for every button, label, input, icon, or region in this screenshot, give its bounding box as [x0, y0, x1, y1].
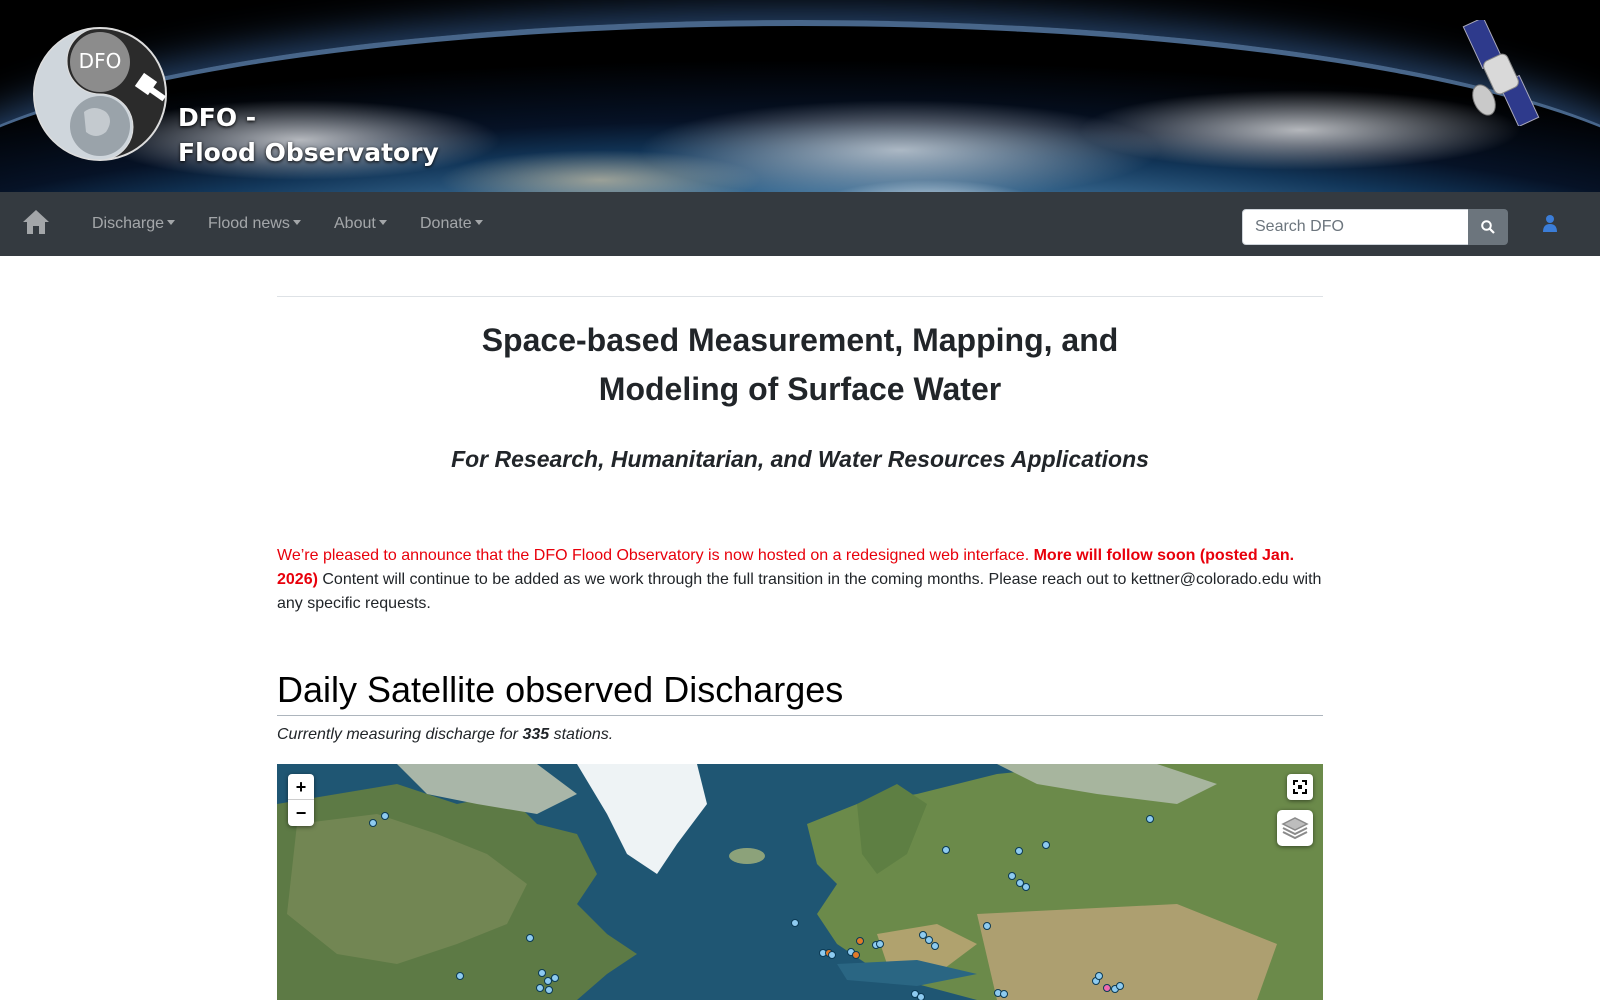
station-marker[interactable] — [551, 974, 559, 982]
station-marker[interactable] — [1000, 990, 1008, 998]
caret-down-icon — [474, 220, 483, 225]
fullscreen-icon — [1293, 780, 1307, 794]
page-title-line2: Modeling of Surface Water — [598, 371, 1002, 407]
station-marker[interactable] — [1022, 883, 1030, 891]
caret-down-icon — [167, 220, 176, 225]
discharge-map[interactable]: + − — [277, 764, 1323, 1000]
announcement-intro: We’re pleased to announce that the DFO F… — [277, 547, 1030, 564]
station-marker[interactable] — [931, 942, 939, 950]
page-subtitle: For Research, Humanitarian, and Water Re… — [451, 446, 1149, 472]
section-title: Daily Satellite observed Discharges — [277, 669, 844, 710]
station-marker[interactable] — [545, 986, 553, 994]
station-marker-alert[interactable] — [1103, 984, 1111, 992]
stations-prefix: Currently measuring discharge for — [277, 726, 518, 743]
station-marker[interactable] — [1015, 847, 1023, 855]
nav-donate-dropdown[interactable]: Donate — [420, 192, 483, 256]
stations-count-text: Currently measuring discharge for 335 st… — [277, 726, 613, 744]
announcement-details: Content will continue to be added as we … — [277, 571, 1322, 612]
site-name-line2: Flood Observatory — [178, 138, 439, 167]
station-marker-flood[interactable] — [852, 951, 860, 959]
layers-control-button[interactable] — [1277, 810, 1313, 846]
site-name-line1: DFO - — [178, 103, 257, 132]
station-marker[interactable] — [876, 940, 884, 948]
nav-flood-news-dropdown[interactable]: Flood news — [208, 192, 301, 256]
zoom-in-button[interactable]: + — [288, 774, 314, 800]
station-marker[interactable] — [536, 984, 544, 992]
station-marker[interactable] — [791, 919, 799, 927]
caret-down-icon — [378, 220, 387, 225]
station-marker[interactable] — [538, 969, 546, 977]
zoom-control: + − — [288, 774, 314, 826]
nav-discharge-dropdown[interactable]: Discharge — [92, 192, 176, 256]
search-button[interactable] — [1468, 209, 1508, 245]
station-marker-flood[interactable] — [856, 937, 864, 945]
nav-donate-label: Donate — [420, 215, 472, 232]
nav-about-label: About — [334, 215, 376, 232]
announcement: We’re pleased to announce that the DFO F… — [277, 544, 1323, 616]
station-marker[interactable] — [1008, 872, 1016, 880]
home-icon[interactable] — [22, 208, 50, 236]
stations-suffix: stations. — [553, 726, 614, 743]
layers-icon — [1281, 817, 1309, 840]
station-marker[interactable] — [917, 993, 925, 1000]
nav-flood-news-label: Flood news — [208, 215, 290, 232]
caret-down-icon — [292, 220, 301, 225]
search-icon — [1481, 220, 1495, 234]
satellite-icon — [1462, 20, 1540, 126]
nav-about-dropdown[interactable]: About — [334, 192, 387, 256]
main-navbar: Discharge Flood news About Donate — [0, 192, 1600, 256]
map-basemap — [277, 764, 1323, 1000]
dfo-logo-icon[interactable]: DFO — [32, 26, 172, 162]
zoom-out-button[interactable]: − — [288, 800, 314, 826]
station-marker[interactable] — [1042, 841, 1050, 849]
station-marker[interactable] — [942, 846, 950, 854]
station-marker[interactable] — [1146, 815, 1154, 823]
page-title-line1: Space-based Measurement, Mapping, and — [481, 322, 1119, 358]
site-name[interactable]: DFO - Flood Observatory — [178, 100, 439, 170]
page-title: Space-based Measurement, Mapping, and Mo… — [277, 316, 1323, 414]
header-banner: DFO DFO - Flood Observatory — [0, 0, 1600, 192]
station-marker[interactable] — [828, 951, 836, 959]
station-marker[interactable] — [381, 812, 389, 820]
station-marker[interactable] — [1095, 972, 1103, 980]
station-marker[interactable] — [983, 922, 991, 930]
logo-badge: DFO — [79, 49, 122, 73]
station-marker[interactable] — [456, 972, 464, 980]
station-marker[interactable] — [1116, 982, 1124, 990]
search-input[interactable] — [1242, 209, 1480, 245]
user-icon[interactable] — [1542, 214, 1558, 232]
station-marker[interactable] — [526, 934, 534, 942]
stations-count: 335 — [522, 726, 550, 743]
fullscreen-button[interactable] — [1287, 774, 1313, 800]
section-divider — [277, 715, 1323, 716]
top-divider — [277, 296, 1323, 297]
nav-discharge-label: Discharge — [92, 215, 165, 232]
station-marker[interactable] — [369, 819, 377, 827]
